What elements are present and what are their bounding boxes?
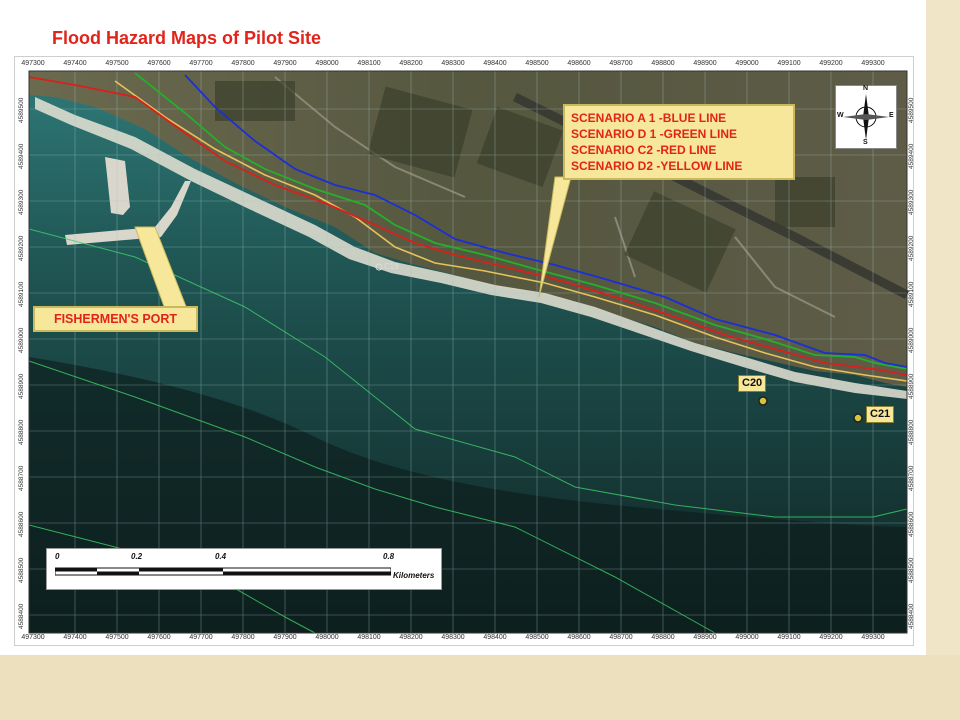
easting-label: 498300 (441, 60, 465, 67)
northing-label: 4588700 (18, 465, 25, 491)
east-label: E (889, 112, 894, 119)
scale-tick-0-8: 0.8 (383, 552, 395, 561)
easting-label: 498400 (483, 634, 507, 641)
easting-label: 499100 (777, 634, 801, 641)
easting-label: 498900 (693, 60, 717, 67)
easting-label: 498500 (525, 60, 549, 67)
easting-label: 499000 (735, 60, 759, 67)
easting-label: 498200 (399, 60, 423, 67)
decorative-band-bottom (0, 655, 960, 720)
legend-item-c2: SCENARIO C2 -RED LINE (571, 143, 717, 157)
easting-label: 499000 (735, 634, 759, 641)
scenario-legend: SCENARIO A 1 -BLUE LINE SCENARIO D 1 -GR… (563, 104, 795, 180)
easting-label: 498100 (357, 60, 381, 67)
northing-label: 4589500 (908, 97, 915, 123)
north-arrow-icon: N S E W (835, 85, 897, 149)
scale-units: Kilometers (393, 571, 435, 580)
easting-label: 498300 (441, 634, 465, 641)
station-c20-marker (758, 396, 768, 406)
scale-bar: 0 0.2 0.4 0.8 Kilometers (46, 548, 442, 590)
northing-label: 4589400 (18, 143, 25, 169)
easting-label: 497300 (21, 60, 45, 67)
northing-label: 4589100 (18, 281, 25, 307)
northing-label: 4589000 (18, 327, 25, 353)
northing-label: 4589000 (908, 327, 915, 353)
easting-label: 497300 (21, 634, 45, 641)
decorative-band-right (926, 0, 960, 720)
easting-label: 498400 (483, 60, 507, 67)
legend-item-a1: SCENARIO A 1 -BLUE LINE (571, 111, 727, 125)
easting-label: 497900 (273, 60, 297, 67)
easting-label: 498600 (567, 634, 591, 641)
northing-label: 4588600 (908, 511, 915, 537)
north-label: N (863, 85, 869, 92)
northing-label: 4589300 (18, 189, 25, 215)
easting-label: 498900 (693, 634, 717, 641)
easting-label: 497400 (63, 634, 87, 641)
easting-label: 498700 (609, 634, 633, 641)
northing-label: 4588900 (18, 373, 25, 399)
northing-label: 4588800 (908, 419, 915, 445)
south-label: S (863, 139, 868, 146)
station-label-c19: C19 (384, 262, 399, 271)
easting-label: 497500 (105, 634, 129, 641)
easting-label: 499300 (861, 60, 885, 67)
station-label-c20: C20 (738, 375, 767, 392)
scale-tick-0: 0 (55, 552, 60, 561)
northing-label: 4589200 (908, 235, 915, 261)
west-label: W (837, 112, 844, 119)
easting-label: 498600 (567, 60, 591, 67)
northing-label: 4588600 (18, 511, 25, 537)
station-c21-marker (853, 413, 863, 423)
easting-label: 497500 (105, 60, 129, 67)
easting-label: 499200 (819, 634, 843, 641)
easting-label: 497800 (231, 60, 255, 67)
legend-item-d1: SCENARIO D 1 -GREEN LINE (571, 127, 738, 141)
northing-label: 4589100 (908, 281, 915, 307)
legend-item-d2: SCENARIO D2 -YELLOW LINE (571, 159, 743, 173)
northing-label: 4588900 (908, 373, 915, 399)
easting-label: 497400 (63, 60, 87, 67)
northing-label: 4588400 (908, 603, 915, 629)
slide: Flood Hazard Maps of Pilot Site 497300 4… (0, 0, 960, 720)
easting-label: 499300 (861, 634, 885, 641)
easting-label: 498800 (651, 60, 675, 67)
northing-label: 4588700 (908, 465, 915, 491)
easting-label: 497900 (273, 634, 297, 641)
easting-label: 499100 (777, 60, 801, 67)
easting-label: 498500 (525, 634, 549, 641)
easting-label: 499200 (819, 60, 843, 67)
fishermens-port-label: FISHERMEN'S PORT (33, 306, 198, 332)
easting-label: 498100 (357, 634, 381, 641)
easting-label: 498000 (315, 634, 339, 641)
northing-label: 4589500 (18, 97, 25, 123)
northing-label: 4588800 (18, 419, 25, 445)
scale-tick-0-4: 0.4 (215, 552, 227, 561)
scale-bar-graphic (55, 567, 391, 576)
easting-label: 497800 (231, 634, 255, 641)
northing-label: 4588400 (18, 603, 25, 629)
easting-label: 498800 (651, 634, 675, 641)
northing-label: 4589200 (18, 235, 25, 261)
easting-label: 498000 (315, 60, 339, 67)
scale-tick-0-2: 0.2 (131, 552, 143, 561)
easting-label: 497600 (147, 634, 171, 641)
northing-label: 4588500 (908, 557, 915, 583)
station-label-c21: C21 (866, 406, 895, 423)
easting-label: 497600 (147, 60, 171, 67)
northing-label: 4589400 (908, 143, 915, 169)
easting-label: 497700 (189, 634, 213, 641)
northing-label: 4589300 (908, 189, 915, 215)
easting-label: 498200 (399, 634, 423, 641)
slide-title: Flood Hazard Maps of Pilot Site (52, 28, 322, 48)
easting-label: 497700 (189, 60, 213, 67)
northing-label: 4588500 (18, 557, 25, 583)
easting-label: 498700 (609, 60, 633, 67)
